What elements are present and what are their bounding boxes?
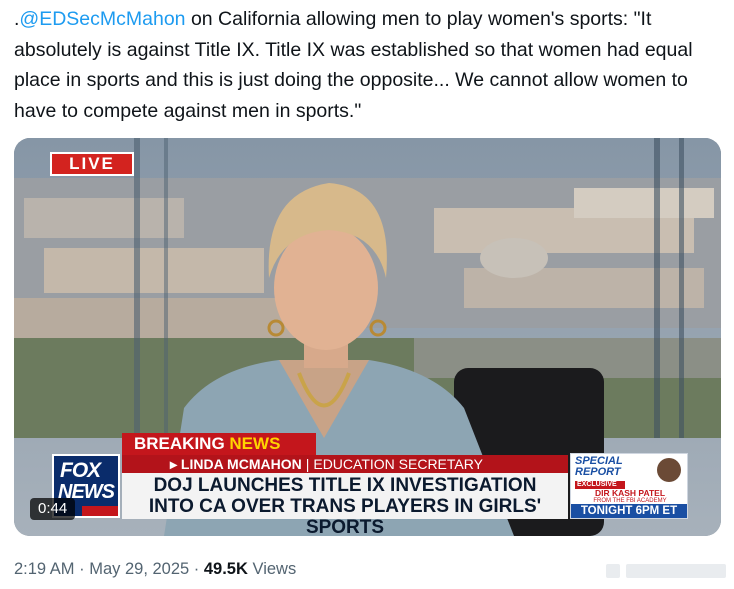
guest-name: DIR KASH PATEL xyxy=(594,488,666,498)
speaker-separator: | xyxy=(305,456,310,472)
logo-channel-bar xyxy=(82,506,118,516)
meta-dot: · xyxy=(74,560,90,578)
watermark-logo xyxy=(606,562,726,580)
video-player[interactable]: LIVE BREAKING NEWS ▸ LINDA MCMAHON | EDUCA… xyxy=(14,138,721,536)
logo-top-text: FOX xyxy=(60,459,101,482)
video-duration: 0:44 xyxy=(30,498,76,520)
speaker-strip: ▸ LINDA MCMAHON | EDUCATION SECRETARY xyxy=(122,455,568,473)
live-badge: LIVE xyxy=(50,152,134,176)
views-label: Views xyxy=(247,560,297,578)
news-label: NEWS xyxy=(229,434,281,453)
headline-line-1: DOJ LAUNCHES TITLE IX INVESTIGATION xyxy=(153,475,537,496)
tweet-metadata: 2:19 AM · May 29, 2025 · 49.5K Views xyxy=(14,560,296,579)
chyron: ▸ LINDA MCMAHON | EDUCATION SECRETARY DOJ … xyxy=(122,455,568,536)
tonight-label: TONIGHT 6PM ET xyxy=(571,504,687,518)
meta-dot: · xyxy=(189,560,204,578)
guest-avatar xyxy=(657,458,681,482)
chyron-headline: DOJ LAUNCHES TITLE IX INVESTIGATION INTO… xyxy=(122,475,568,536)
special-report-line-2: REPORT xyxy=(575,466,621,478)
tweet-text: .@EDSecMcMahon on California allowing me… xyxy=(14,4,726,126)
breaking-label: BREAKING xyxy=(134,434,225,453)
special-report-promo: SPECIAL REPORT EXCLUSIVE DIR KASH PATEL F… xyxy=(570,453,688,519)
headline-line-2: INTO CA OVER TRANS PLAYERS IN GIRLS' SPO… xyxy=(148,496,542,536)
special-report-title: SPECIAL REPORT xyxy=(575,456,623,478)
tweet-date[interactable]: May 29, 2025 xyxy=(89,560,189,578)
breaking-news-tag: BREAKING NEWS xyxy=(122,433,316,455)
watermark-text-placeholder xyxy=(626,564,726,578)
speaker-name: ▸ LINDA MCMAHON xyxy=(170,456,302,472)
mention-link[interactable]: @EDSecMcMahon xyxy=(19,8,185,30)
watermark-mark xyxy=(606,564,620,578)
speaker-title: EDUCATION SECRETARY xyxy=(313,456,483,472)
views-count: 49.5K xyxy=(203,560,248,578)
tweet-time[interactable]: 2:19 AM xyxy=(14,560,75,578)
